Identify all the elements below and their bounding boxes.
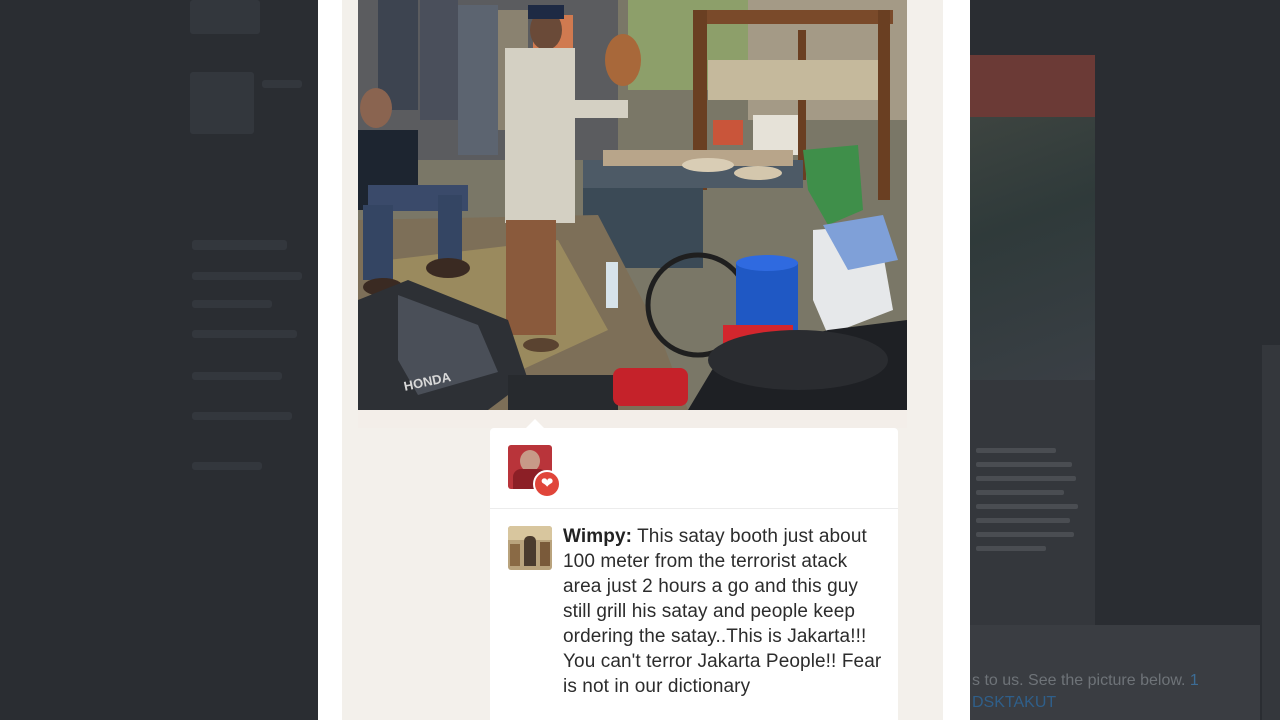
background-post-image (970, 55, 1095, 380)
background-post-text (970, 380, 1095, 625)
background-left-panel (0, 0, 318, 720)
background-caption-text: s to us. See the picture below. 1 (972, 672, 1199, 689)
background-right-edge (1262, 345, 1280, 720)
heart-icon: ❤ (533, 470, 561, 498)
commenter-avatar[interactable] (508, 526, 552, 570)
comment-author[interactable]: Wimpy: (563, 526, 632, 547)
post-photo[interactable]: HONDA (358, 0, 907, 410)
background-hashtag-link[interactable]: DSKTAKUT (972, 694, 1056, 712)
background-caption-link[interactable]: 1 (1190, 672, 1199, 689)
photo-bottom-gap (358, 410, 907, 428)
notes-panel: ❤ Wimpy: This satay booth just about 100… (490, 419, 898, 720)
comment-body: Wimpy: This satay booth just about 100 m… (563, 524, 888, 699)
comment-text: This satay booth just about 100 meter fr… (563, 526, 882, 697)
likes-row: ❤ (490, 428, 898, 509)
